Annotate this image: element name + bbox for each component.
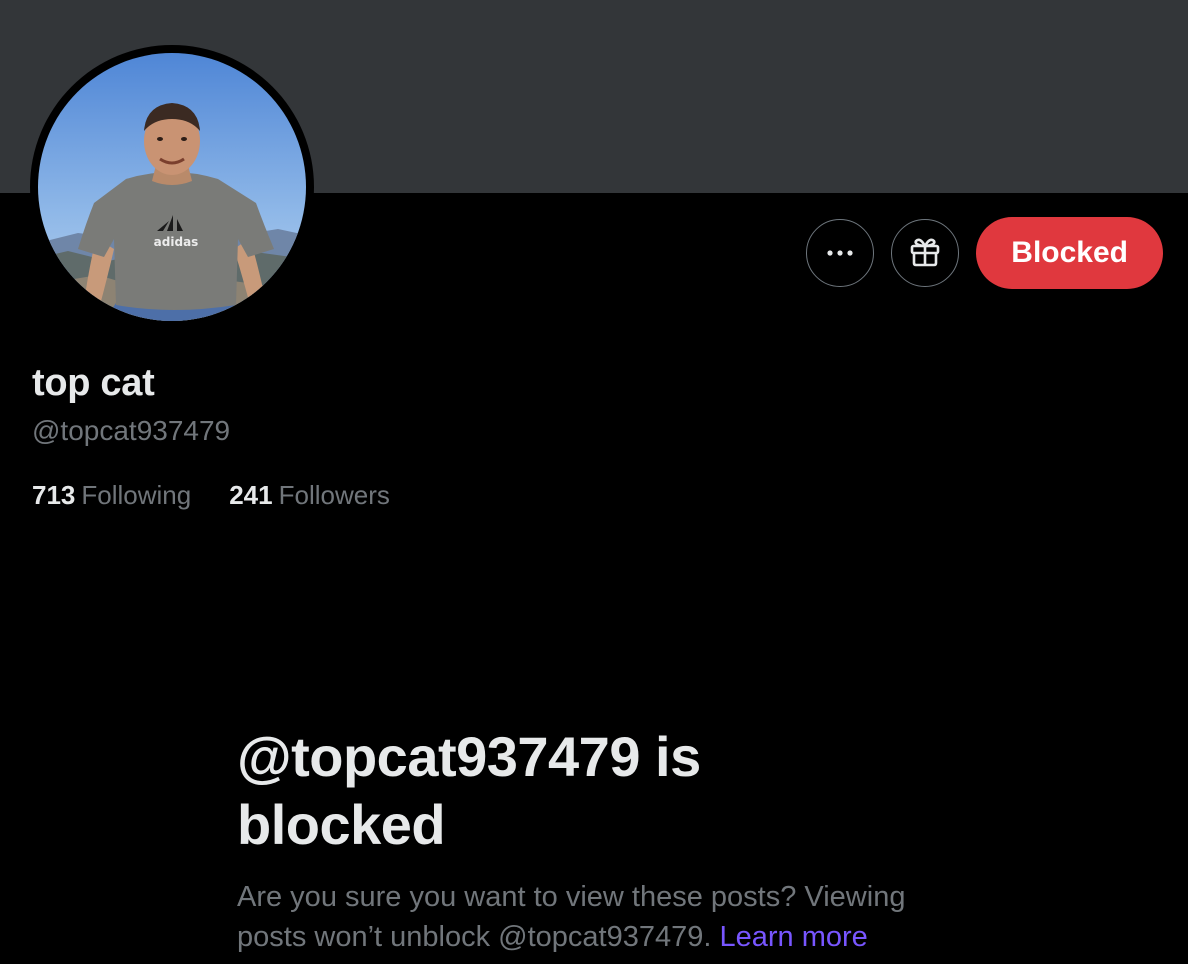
blocked-notice-message: Are you sure you want to view these post… <box>237 877 977 957</box>
gift-icon <box>908 234 942 273</box>
blocked-message-line2-wrap: posts won’t unblock @topcat937479. Learn… <box>237 917 977 957</box>
following-link[interactable]: 713 Following <box>32 480 191 511</box>
blocked-notice-title: @topcat937479 is blocked <box>237 723 937 859</box>
profile-actions: Blocked <box>806 217 1163 289</box>
blocked-title-line2: blocked <box>237 793 446 856</box>
gift-button[interactable] <box>891 219 960 287</box>
avatar-ring: adidas <box>30 45 314 329</box>
blocked-message-line1: Are you sure you want to view these post… <box>237 881 906 913</box>
more-horizontal-icon <box>825 244 855 262</box>
profile-page: adidas Blocked top cat @topcat937479 713… <box>0 0 1188 964</box>
blocked-button[interactable]: Blocked <box>976 217 1163 289</box>
following-count: 713 <box>32 480 76 510</box>
avatar-photo: adidas <box>38 53 306 321</box>
following-label: Following <box>81 480 192 510</box>
profile-stats: 713 Following 241 Followers <box>32 480 390 511</box>
avatar[interactable]: adidas <box>38 53 306 321</box>
followers-count: 241 <box>229 480 273 510</box>
blocked-button-label: Blocked <box>1011 236 1128 269</box>
more-options-button[interactable] <box>806 219 875 287</box>
svg-text:adidas: adidas <box>154 235 199 249</box>
followers-link[interactable]: 241 Followers <box>229 480 390 511</box>
blocked-message-line2: posts won’t unblock @topcat937479. <box>237 921 712 953</box>
blocked-title-line1: @topcat937479 is <box>237 725 701 788</box>
profile-handle: @topcat937479 <box>32 415 231 446</box>
followers-label: Followers <box>278 480 390 510</box>
learn-more-link[interactable]: Learn more <box>719 921 867 953</box>
display-name: top cat <box>32 362 155 404</box>
